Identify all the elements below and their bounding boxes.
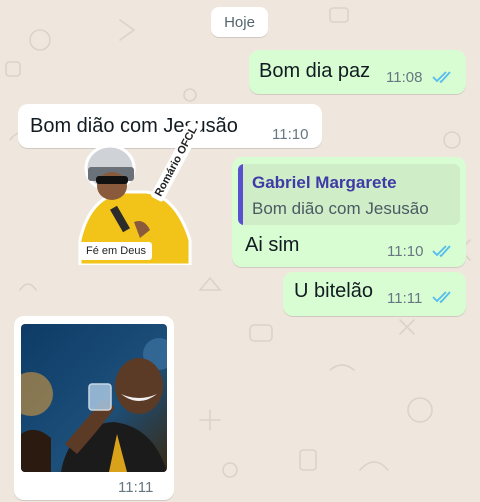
message-time: 11:08 — [386, 69, 423, 86]
message-time: 11:11 — [118, 479, 154, 496]
message-time: 11:11 — [387, 290, 423, 307]
date-divider: Hoje — [211, 7, 268, 37]
photo-image[interactable] — [21, 324, 167, 472]
quote-text: Bom dião com Jesusão — [252, 199, 429, 218]
double-check-icon — [432, 245, 451, 258]
double-check-icon — [432, 71, 451, 84]
quoted-message[interactable]: Gabriel Margarete Bom dião com Jesusão — [238, 164, 460, 225]
date-label: Hoje — [224, 13, 255, 31]
message-time: 11:10 — [272, 126, 309, 143]
message-text: Bom dião com Jesusão — [30, 115, 238, 137]
message-text: Bom dia paz — [259, 60, 371, 82]
message-text: U bitelão — [294, 280, 373, 302]
message-text: Ai sim — [245, 234, 300, 256]
quote-accent-bar — [238, 164, 243, 225]
sticker-caption: Fé em Deus — [80, 242, 152, 260]
quote-author: Gabriel Margarete — [252, 173, 397, 192]
double-check-icon — [432, 291, 451, 304]
message-time: 11:10 — [387, 243, 424, 260]
